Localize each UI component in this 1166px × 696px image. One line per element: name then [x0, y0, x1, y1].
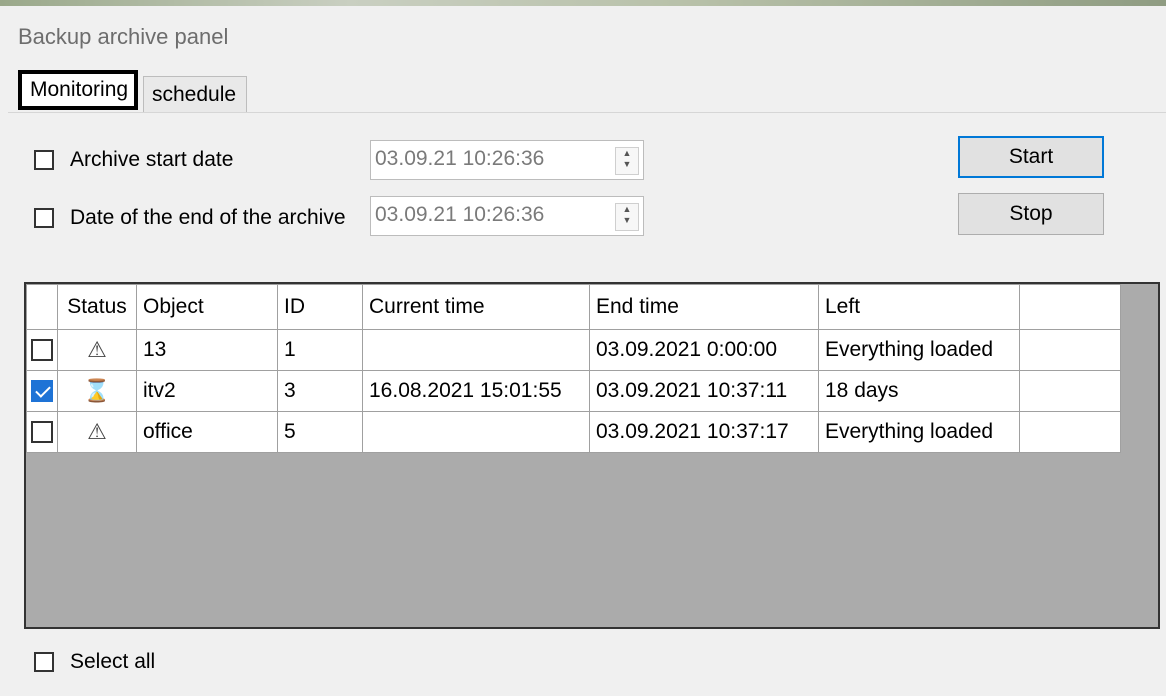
row-current-time	[362, 329, 590, 371]
stop-button[interactable]: Stop	[958, 193, 1104, 235]
window-title: Backup archive panel	[18, 24, 229, 49]
row-end-time: 03.09.2021 0:00:00	[589, 329, 819, 371]
row-current-time	[362, 411, 590, 453]
row-object: itv2	[136, 370, 278, 412]
row-id: 5	[277, 411, 363, 453]
spin-icon[interactable]: ▲ ▼	[615, 147, 639, 175]
start-button[interactable]: Start	[958, 136, 1104, 178]
row-left: 18 days	[818, 370, 1020, 412]
archive-end-date-label: Date of the end of the archive	[70, 206, 346, 229]
archive-end-date-checkbox[interactable]	[34, 208, 54, 228]
row-object: 13	[136, 329, 278, 371]
hourglass-icon: ⌛	[83, 378, 111, 403]
tab-monitoring[interactable]: Monitoring	[18, 70, 138, 110]
warning-icon: ⚠	[87, 419, 107, 444]
table-row[interactable]: ⌛ itv2 3 16.08.2021 15:01:55 03.09.2021 …	[26, 370, 1121, 412]
select-all-checkbox[interactable]	[34, 652, 54, 672]
row-id: 3	[277, 370, 363, 412]
spin-icon[interactable]: ▲ ▼	[615, 203, 639, 231]
header-current-time[interactable]: Current time	[362, 284, 590, 330]
row-current-time: 16.08.2021 15:01:55	[362, 370, 590, 412]
row-checkbox[interactable]	[31, 339, 53, 362]
archive-end-date-value: 03.09.21 10:26:36	[375, 203, 545, 226]
header-left[interactable]: Left	[818, 284, 1020, 330]
archive-end-date-field[interactable]: 03.09.21 10:26:36 ▲ ▼	[370, 196, 644, 236]
row-left: Everything loaded	[818, 411, 1020, 453]
row-end-time: 03.09.2021 10:37:17	[589, 411, 819, 453]
archive-grid: Status Object ID Current time End time L…	[24, 282, 1160, 629]
select-all-label: Select all	[70, 650, 156, 673]
row-end-time: 03.09.2021 10:37:11	[589, 370, 819, 412]
row-filler	[1019, 329, 1121, 371]
row-filler	[1019, 411, 1121, 453]
header-status[interactable]: Status	[57, 284, 137, 330]
tab-schedule[interactable]: schedule	[143, 76, 247, 112]
header-end-time[interactable]: End time	[589, 284, 819, 330]
archive-table: Status Object ID Current time End time L…	[26, 284, 1121, 453]
table-row[interactable]: ⚠ office 5 03.09.2021 10:37:17 Everythin…	[26, 411, 1121, 453]
row-checkbox[interactable]	[31, 380, 53, 403]
warning-icon: ⚠	[87, 337, 107, 362]
archive-start-date-label: Archive start date	[70, 148, 234, 171]
table-header-row: Status Object ID Current time End time L…	[26, 284, 1121, 330]
row-object: office	[136, 411, 278, 453]
row-checkbox[interactable]	[31, 421, 53, 444]
header-id[interactable]: ID	[277, 284, 363, 330]
archive-start-date-field[interactable]: 03.09.21 10:26:36 ▲ ▼	[370, 140, 644, 180]
window-top-border	[0, 0, 1166, 6]
header-filler	[1019, 284, 1121, 330]
archive-start-date-value: 03.09.21 10:26:36	[375, 147, 545, 170]
row-filler	[1019, 370, 1121, 412]
archive-start-date-checkbox[interactable]	[34, 150, 54, 170]
header-object[interactable]: Object	[136, 284, 278, 330]
row-id: 1	[277, 329, 363, 371]
row-left: Everything loaded	[818, 329, 1020, 371]
table-row[interactable]: ⚠ 13 1 03.09.2021 0:00:00 Everything loa…	[26, 329, 1121, 371]
header-select-cell	[26, 284, 58, 330]
tab-bar: Monitoring schedule	[8, 70, 1166, 112]
